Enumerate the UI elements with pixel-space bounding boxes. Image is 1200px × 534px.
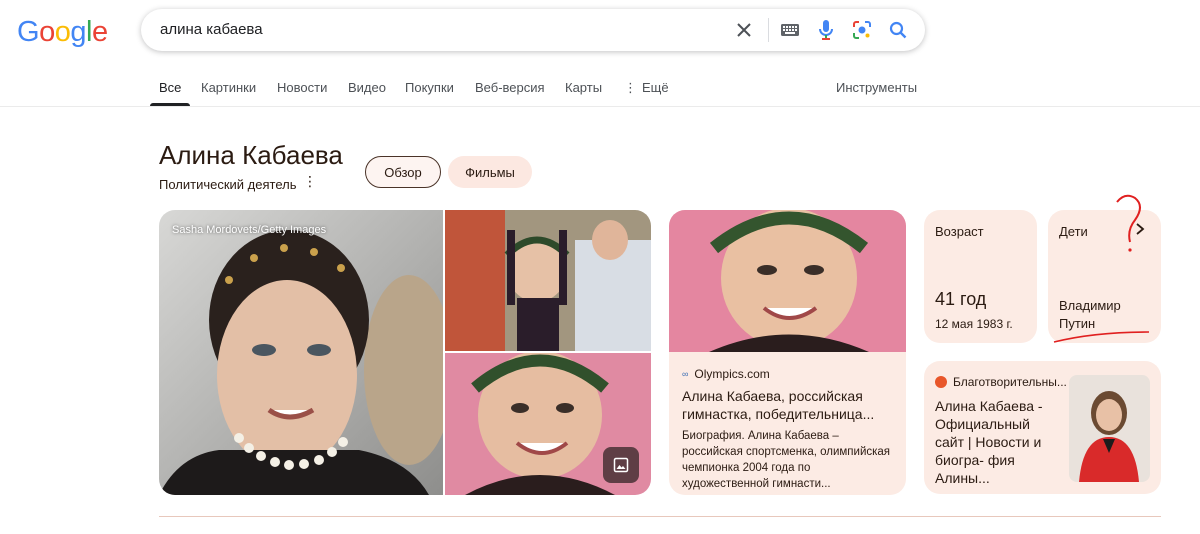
article-source-label: Olympics.com xyxy=(694,367,770,381)
photo-credit: Sasha Mordovets/Getty Images xyxy=(172,224,327,236)
age-card[interactable]: Возраст 41 год 12 мая 1983 г. xyxy=(924,210,1037,343)
tab-all[interactable]: Все xyxy=(159,80,181,95)
image-gallery[interactable]: Sasha Mordovets/Getty Images xyxy=(159,210,651,495)
article-image xyxy=(669,210,906,352)
logo-letter: g xyxy=(70,16,86,48)
search-box[interactable]: алина кабаева xyxy=(141,9,925,51)
more-options-icon[interactable]: ⋮ xyxy=(303,174,317,188)
photo-thumbnail[interactable] xyxy=(445,210,651,351)
olympics-rings-icon: ∞ xyxy=(682,369,689,379)
search-icon[interactable] xyxy=(887,19,909,41)
active-tab-indicator xyxy=(150,103,190,106)
divider xyxy=(768,18,769,42)
main-photo[interactable]: Sasha Mordovets/Getty Images xyxy=(159,210,443,495)
article-title[interactable]: Алина Кабаева, российская гимнастка, поб… xyxy=(682,387,897,423)
article-card[interactable]: ∞ Olympics.com Алина Кабаева, российская… xyxy=(669,210,906,495)
clear-icon[interactable] xyxy=(733,19,755,41)
tab-web[interactable]: Веб-версия xyxy=(475,80,545,95)
site-thumbnail xyxy=(1069,375,1150,482)
age-value: 41 год xyxy=(935,289,987,309)
site-title[interactable]: Алина Кабаева - Официальный сайт | Новос… xyxy=(935,397,1061,487)
logo-letter: e xyxy=(91,16,108,48)
divider xyxy=(159,516,1161,517)
chip-films[interactable]: Фильмы xyxy=(448,156,532,188)
birth-date: 12 мая 1983 г. xyxy=(935,317,1013,331)
logo-letter: o xyxy=(39,16,55,48)
site-favicon-icon xyxy=(935,376,947,388)
article-source[interactable]: ∞ Olympics.com xyxy=(682,367,770,381)
lens-icon[interactable] xyxy=(851,19,873,41)
more-vert-icon: ⋮ xyxy=(624,80,637,95)
keyboard-icon[interactable] xyxy=(779,19,801,41)
tools-button[interactable]: Инструменты xyxy=(836,80,917,95)
entity-title: Алина Кабаева xyxy=(159,140,343,170)
question-mark-annotation xyxy=(1053,194,1150,343)
tab-video[interactable]: Видео xyxy=(348,80,386,95)
photo-thumbnail[interactable] xyxy=(445,353,651,495)
search-input[interactable]: алина кабаева xyxy=(160,21,263,38)
microphone-icon[interactable] xyxy=(815,19,837,41)
site-source-label: Благотворительны... xyxy=(953,375,1067,389)
gallery-icon[interactable] xyxy=(603,447,639,483)
site-source[interactable]: Благотворительны... xyxy=(935,375,1067,389)
logo-letter: G xyxy=(17,16,40,48)
tab-shopping[interactable]: Покупки xyxy=(405,80,454,95)
official-site-card[interactable]: Благотворительны... Алина Кабаева - Офиц… xyxy=(924,361,1161,494)
google-logo[interactable]: Google xyxy=(17,16,108,49)
age-label: Возраст xyxy=(935,224,984,239)
article-snippet: Биография. Алина Кабаева – российская сп… xyxy=(682,430,891,490)
tab-news[interactable]: Новости xyxy=(277,80,327,95)
tab-images[interactable]: Картинки xyxy=(201,80,256,95)
search-tabs: Все Картинки Новости Видео Покупки Веб-в… xyxy=(0,76,1200,107)
chip-overview[interactable]: Обзор xyxy=(365,156,441,188)
logo-letter: o xyxy=(54,16,71,48)
tab-more[interactable]: ⋮ Ещё xyxy=(624,80,669,96)
tab-more-label: Ещё xyxy=(642,80,669,95)
tab-maps[interactable]: Карты xyxy=(565,80,602,95)
entity-subtitle: Политический деятель xyxy=(159,177,297,192)
